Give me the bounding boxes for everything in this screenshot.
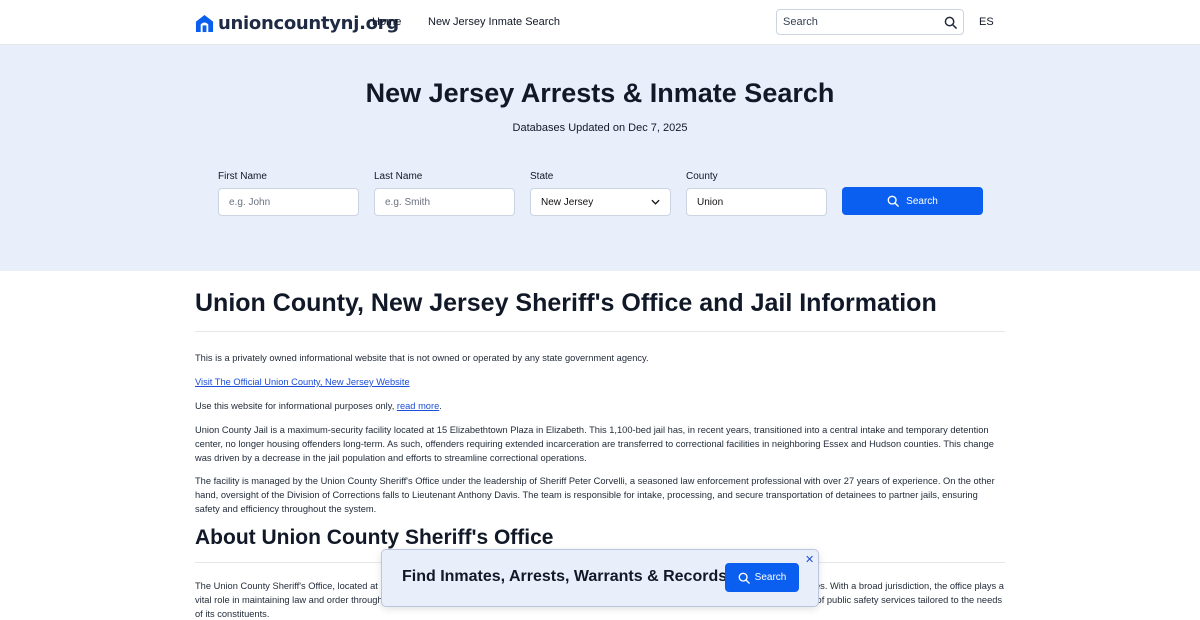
popup-search-button[interactable]: Search <box>725 563 799 592</box>
usage-end: . <box>439 401 442 411</box>
hero-title: New Jersey Arrests & Inmate Search <box>365 78 835 108</box>
search-icon <box>738 572 750 584</box>
usage-text: Use this website for informational purpo… <box>195 401 397 411</box>
site-logo[interactable]: unioncountynj.org <box>195 13 399 34</box>
usage-paragraph: Use this website for informational purpo… <box>195 399 1005 413</box>
first-name-field: First Name e.g. John <box>218 171 359 216</box>
popup-title: Find Inmates, Arrests, Warrants & Record… <box>402 568 728 585</box>
header-search-input[interactable] <box>783 16 944 28</box>
read-more-link[interactable]: read more <box>397 401 439 411</box>
hero-search-button-label: Search <box>906 195 938 207</box>
page-heading: Union County, New Jersey Sheriff's Offic… <box>195 289 1005 332</box>
first-name-label: First Name <box>218 171 267 182</box>
nav-home-link[interactable]: Home <box>372 16 401 28</box>
state-field: State New Jersey <box>530 171 671 216</box>
last-name-field: Last Name e.g. Smith <box>374 171 515 216</box>
state-select-value: New Jersey <box>541 196 594 208</box>
management-paragraph: The facility is managed by the Union Cou… <box>195 476 995 514</box>
search-icon <box>887 195 899 207</box>
official-website-link[interactable]: Visit The Official Union County, New Jer… <box>195 377 410 387</box>
hero-search-section: New Jersey Arrests & Inmate Search Datab… <box>0 45 1200 271</box>
county-label: County <box>686 171 718 182</box>
first-name-input[interactable]: e.g. John <box>218 188 359 216</box>
last-name-label: Last Name <box>374 171 423 182</box>
popup-search-button-label: Search <box>754 572 787 583</box>
county-input[interactable]: Union <box>686 188 827 216</box>
search-popup-banner: Find Inmates, Arrests, Warrants & Record… <box>381 549 819 607</box>
house-logo-icon <box>195 14 214 33</box>
disclaimer-text: This is a privately owned informational … <box>195 353 649 363</box>
state-select[interactable]: New Jersey <box>530 188 671 216</box>
header-search <box>776 9 964 35</box>
database-updated-text: Databases Updated on Dec 7, 2025 <box>512 122 688 134</box>
last-name-input[interactable]: e.g. Smith <box>374 188 515 216</box>
language-toggle[interactable]: ES <box>979 16 994 28</box>
jail-paragraph: Union County Jail is a maximum-security … <box>195 425 994 463</box>
site-header: unioncountynj.org Home New Jersey Inmate… <box>0 0 1200 45</box>
chevron-down-icon <box>651 199 660 205</box>
close-icon[interactable]: ✕ <box>805 553 814 566</box>
nav-inmate-search-link[interactable]: New Jersey Inmate Search <box>428 16 560 28</box>
hero-search-button[interactable]: Search <box>842 187 983 215</box>
search-icon[interactable] <box>944 16 957 29</box>
county-field: County Union <box>686 171 827 216</box>
state-label: State <box>530 171 554 182</box>
official-link-paragraph: Visit The Official Union County, New Jer… <box>195 375 1005 389</box>
